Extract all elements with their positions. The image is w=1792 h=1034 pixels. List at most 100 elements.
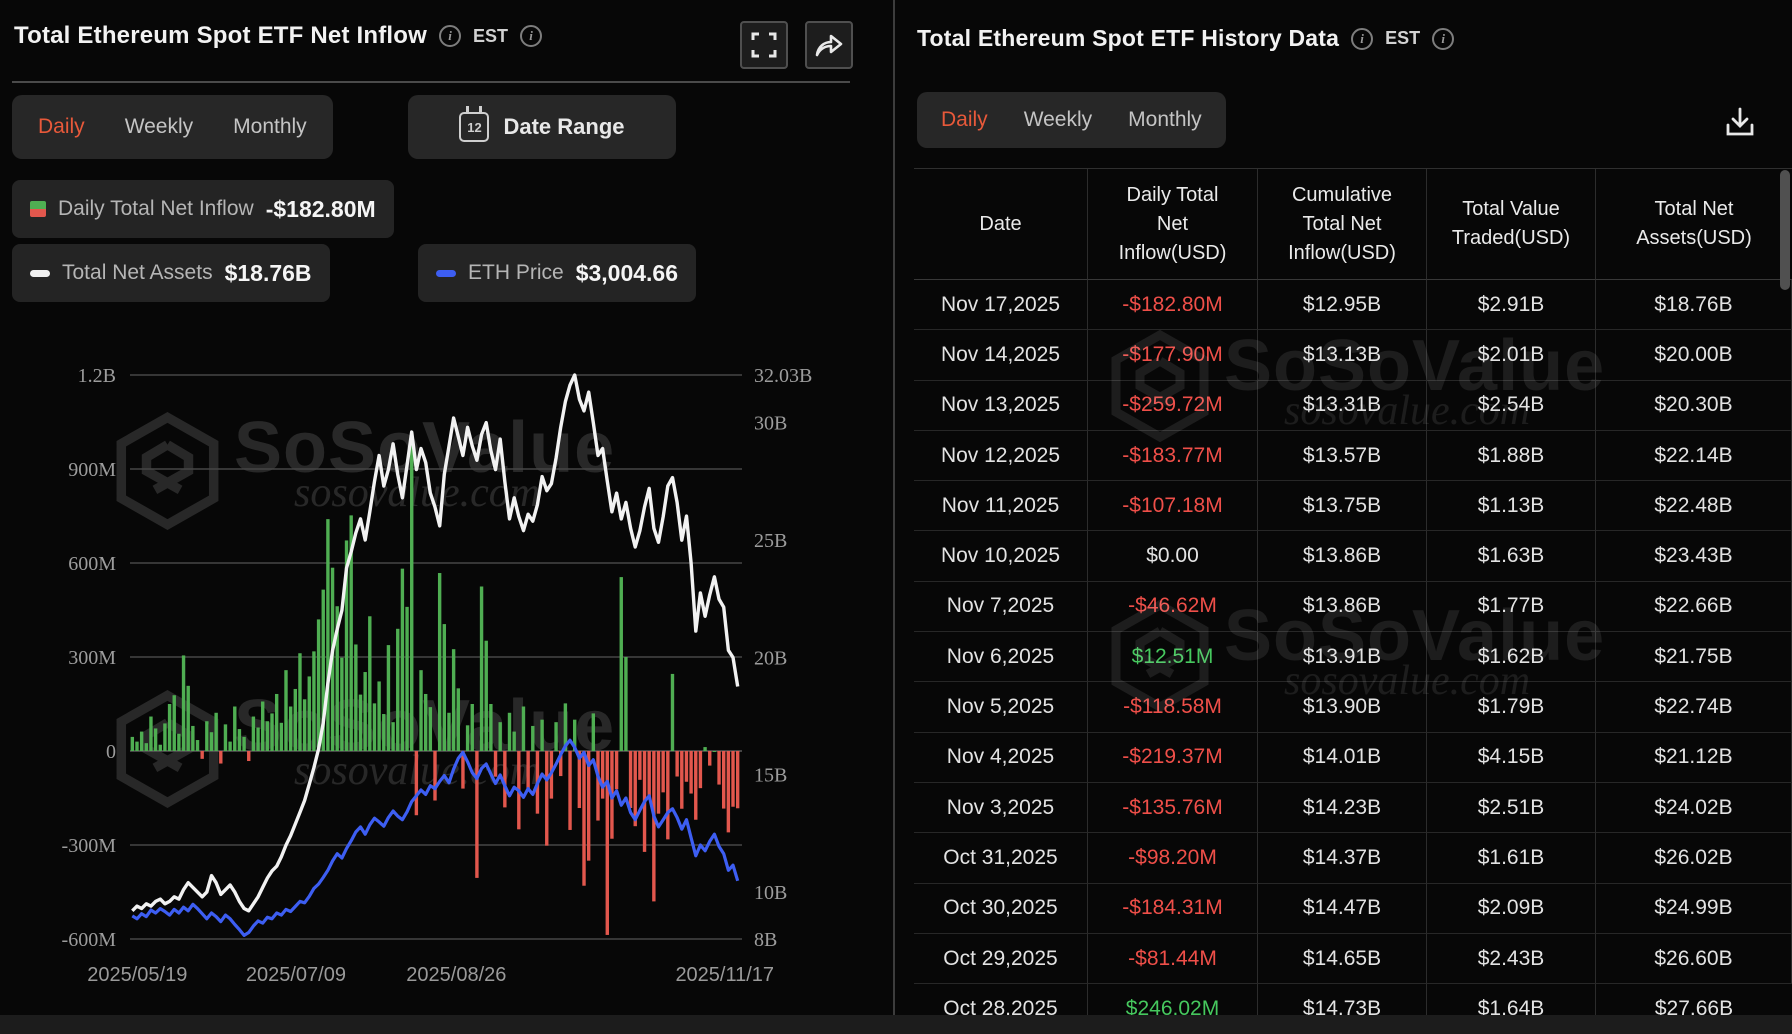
row-value: $4.15B — [1427, 732, 1596, 783]
inflow-bar — [419, 670, 423, 751]
inflow-bar — [489, 704, 493, 751]
inflow-bar — [545, 751, 549, 846]
row-value: $2.54B — [1427, 380, 1596, 431]
y-axis-left-label: -300M — [62, 835, 117, 857]
inflow-chart[interactable]: SoSoValue sosovalue.com SoSoValue sosova… — [0, 350, 893, 1010]
inflow-bar — [521, 706, 526, 751]
row-date: Nov 4,2025 — [914, 732, 1088, 783]
inflow-bar — [223, 724, 228, 751]
row-value: $1.77B — [1427, 581, 1596, 633]
legend-eth-chip[interactable]: ETH Price $3,004.66 — [418, 244, 697, 302]
info-icon[interactable]: i — [1351, 27, 1374, 50]
inflow-bar — [614, 751, 619, 790]
tna-legend-icon — [30, 269, 50, 277]
legend-inflow-chip[interactable]: Daily Total Net Inflow -$182.80M — [12, 180, 394, 238]
inflow-bar — [540, 719, 544, 751]
inflow-bar — [582, 751, 586, 886]
info-icon[interactable]: i — [520, 25, 543, 47]
inflow-bar — [703, 747, 707, 751]
legend-inflow-label: Daily Total Net Inflow — [58, 197, 254, 220]
share-button[interactable] — [805, 21, 853, 69]
inflow-bar — [265, 721, 270, 751]
column-header-3: Total Value Traded(USD) — [1427, 169, 1596, 280]
inflow-bar — [465, 725, 470, 751]
inflow-bar — [451, 649, 456, 751]
row-value: -$219.37M — [1088, 732, 1258, 783]
inflow-bar — [656, 751, 661, 814]
table-scrollbar[interactable] — [1780, 170, 1790, 290]
row-date: Nov 5,2025 — [914, 682, 1088, 733]
history-data-panel: Total Ethereum Spot ETF History Data i E… — [895, 0, 1792, 1015]
header-divider — [12, 81, 850, 83]
row-value: -$107.18M — [1088, 481, 1258, 532]
tab-weekly[interactable]: Weekly — [125, 115, 193, 139]
inflow-bar — [591, 713, 596, 751]
row-value: $13.13B — [1258, 330, 1427, 381]
inflow-bar — [368, 616, 372, 751]
legend-inflow-value: -$182.80M — [265, 195, 376, 222]
inflow-bar — [447, 712, 451, 751]
fullscreen-button[interactable] — [740, 21, 788, 69]
table-title: Total Ethereum Spot ETF History Data — [917, 25, 1340, 51]
row-value: $12.51M — [1088, 632, 1258, 683]
inflow-bar — [209, 732, 214, 751]
info-icon[interactable]: i — [1432, 27, 1455, 50]
inflow-bar — [428, 707, 433, 751]
inflow-bar — [163, 723, 167, 751]
legend-tna-chip[interactable]: Total Net Assets $18.76B — [12, 244, 330, 302]
inflow-legend-icon — [30, 201, 46, 217]
tab-weekly[interactable]: Weekly — [1024, 108, 1092, 132]
inflow-bar — [675, 751, 679, 777]
inflow-bar — [274, 693, 279, 751]
inflow-bar — [372, 703, 377, 751]
row-value: $2.01B — [1427, 330, 1596, 381]
date-range-label: Date Range — [503, 114, 625, 139]
inflow-bar — [172, 695, 176, 751]
tab-monthly[interactable]: Monthly — [233, 115, 307, 139]
tab-monthly[interactable]: Monthly — [1128, 108, 1202, 132]
inflow-bar — [135, 741, 139, 751]
row-date: Oct 31,2025 — [914, 833, 1088, 884]
inflow-bar — [386, 645, 391, 751]
row-value: $13.91B — [1258, 632, 1427, 683]
inflow-bar — [354, 644, 358, 751]
inflow-bar — [684, 751, 689, 782]
inflow-bar — [363, 672, 367, 751]
row-value: $22.48B — [1596, 481, 1792, 532]
inflow-bar — [680, 751, 684, 809]
tab-daily[interactable]: Daily — [941, 108, 988, 132]
row-value: -$259.72M — [1088, 380, 1258, 431]
share-icon — [815, 34, 843, 57]
row-value: -$177.90M — [1088, 330, 1258, 381]
chart-canvas[interactable]: 1.2B 900M 600M 300M 0 -300M -600M 32.03B 30B 25B 2… — [0, 350, 893, 1010]
row-value: $13.86B — [1258, 581, 1427, 633]
date-range-button[interactable]: 12 Date Range — [408, 95, 676, 159]
inflow-bar — [302, 699, 307, 751]
inflow-bar — [177, 733, 181, 751]
y-axis-right-label: 30B — [754, 413, 787, 435]
info-icon[interactable]: i — [439, 25, 462, 47]
tab-daily[interactable]: Daily — [38, 115, 85, 139]
inflow-bar — [722, 751, 726, 809]
row-value: $246.02M — [1088, 984, 1258, 1015]
row-value: $13.31B — [1258, 380, 1427, 431]
row-value: $13.86B — [1258, 531, 1427, 582]
row-date: Nov 14,2025 — [914, 330, 1088, 381]
inflow-bar — [414, 751, 419, 816]
row-value: -$135.76M — [1088, 782, 1258, 834]
y-axis-left-label: 300M — [68, 647, 116, 669]
inflow-bar — [181, 655, 186, 751]
inflow-bar — [284, 670, 288, 751]
inflow-bar — [261, 701, 265, 751]
inflow-bar — [293, 688, 298, 751]
inflow-bar — [144, 743, 148, 751]
row-value: $20.30B — [1596, 380, 1792, 431]
row-value: $1.62B — [1427, 632, 1596, 683]
page-title: Total Ethereum Spot ETF Net Inflow — [14, 22, 428, 49]
history-table[interactable]: Date Daily Total Net Inflow(USD) Cumulativ… — [914, 168, 1792, 1015]
inflow-bar — [242, 736, 246, 751]
inflow-bar — [456, 688, 460, 751]
inflow-bar — [708, 751, 712, 766]
inflow-bar — [326, 519, 330, 751]
download-button[interactable] — [1718, 100, 1762, 144]
